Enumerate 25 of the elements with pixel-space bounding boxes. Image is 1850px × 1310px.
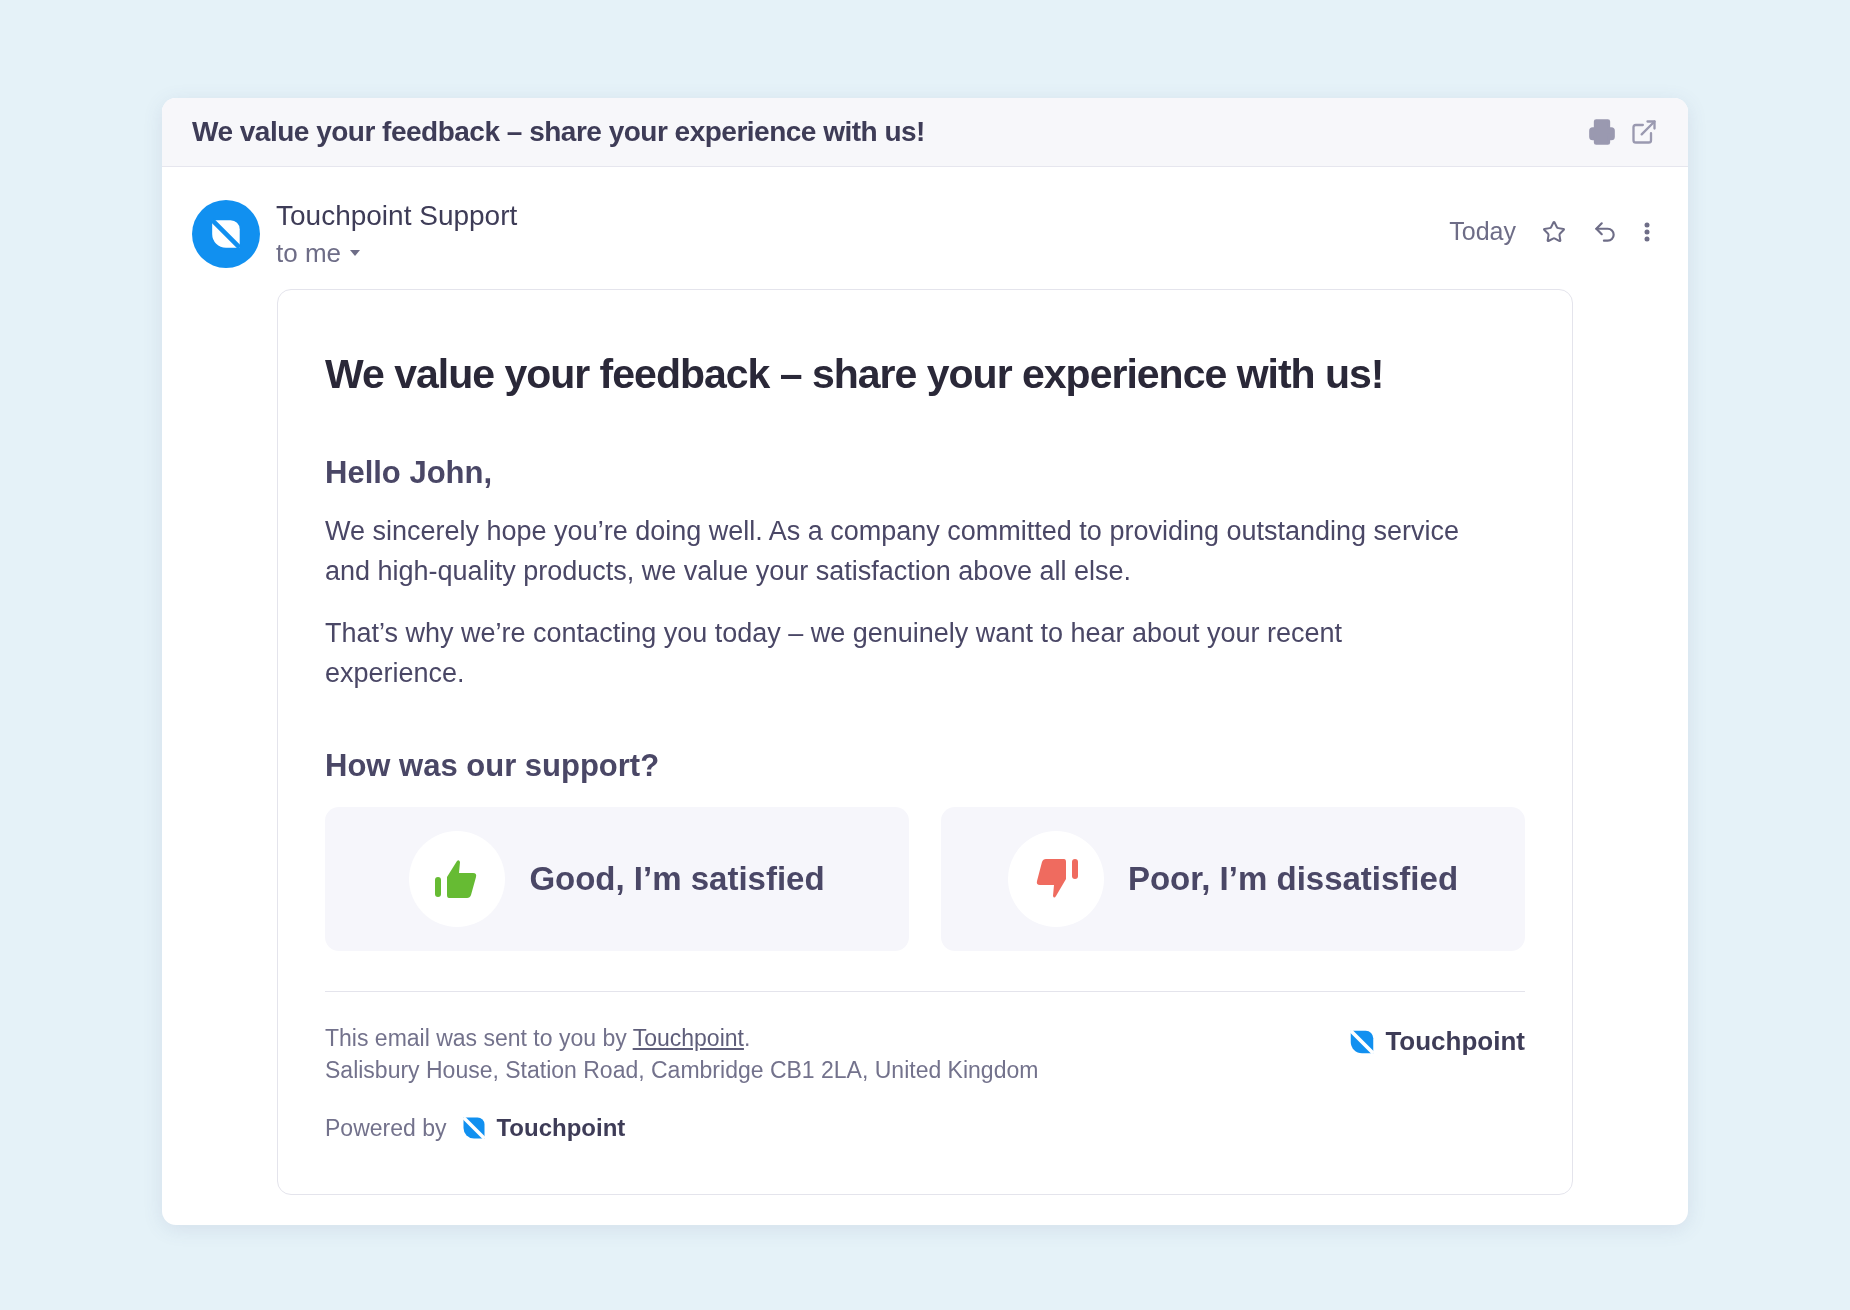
window-title: We value your feedback – share your experience with us! bbox=[192, 115, 925, 149]
body-paragraph: We sincerely hope you’re doing well. As a company committed to providing outstanding service and high-quality products, we value your satisfaction above all else. bbox=[325, 514, 1461, 588]
body-paragraph: That’s why we’re contacting you today – we genuinely want to hear about your recent experience. bbox=[325, 616, 1344, 690]
sent-by-text: This email was sent to you by Touchpoint. bbox=[325, 1024, 752, 1053]
company-address: Salisbury House, Station Road, Cambridge CB1 2LA, United Kingdom bbox=[325, 1056, 1039, 1085]
more-options-icon bbox=[1644, 221, 1650, 242]
email-date: Today bbox=[1449, 216, 1516, 247]
email-heading: We value your feedback – share your experience with us! bbox=[325, 350, 1385, 399]
caret-icon bbox=[349, 249, 362, 257]
greeting: Hello John, bbox=[325, 454, 494, 492]
external-link-icon bbox=[1630, 118, 1658, 146]
brand-name: Touchpoint bbox=[1385, 1025, 1525, 1058]
powered-by-label: Powered by bbox=[325, 1114, 447, 1143]
brand-name: Touchpoint bbox=[496, 1113, 626, 1143]
star-button[interactable] bbox=[1542, 219, 1566, 244]
question: How was our support? bbox=[325, 746, 661, 785]
open-in-new-window-button[interactable] bbox=[1630, 118, 1658, 146]
sender-avatar-icon bbox=[192, 200, 260, 268]
feedback-option-button[interactable]: Good, I’m satisfied bbox=[325, 807, 909, 951]
touchpoint-link[interactable]: Touchpoint bbox=[632, 1025, 744, 1051]
feedback-option-button[interactable]: Poor, I’m dissatisfied bbox=[941, 807, 1525, 951]
sender-name: Touchpoint Support bbox=[276, 199, 518, 233]
more-options-button[interactable] bbox=[1644, 221, 1650, 242]
recipient-dropdown[interactable]: to me bbox=[276, 235, 518, 271]
star-icon bbox=[1542, 219, 1566, 244]
